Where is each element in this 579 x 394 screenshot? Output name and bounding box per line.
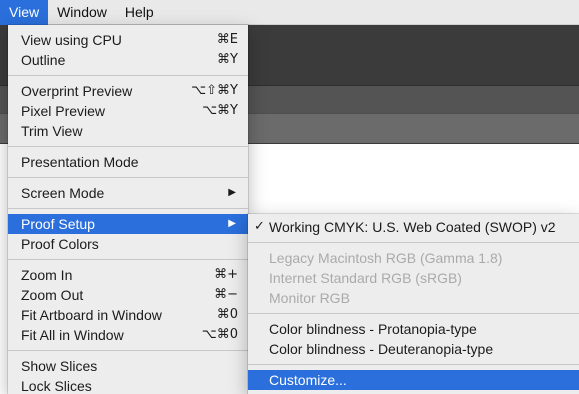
menu-separator (8, 146, 248, 147)
menu-item-trim-view[interactable]: Trim View (8, 121, 248, 141)
menu-item-label: Monitor RGB (269, 290, 350, 306)
menu-item-label: Color blindness - Deuteranopia-type (269, 341, 494, 357)
menu-item-label: Outline (21, 52, 66, 68)
checkmark-icon: ✓ (254, 219, 265, 234)
proof-setup-submenu: ✓ Working CMYK: U.S. Web Coated (SWOP) v… (248, 214, 579, 394)
shortcut-label: ⌥⇧⌘Y (191, 83, 238, 98)
menu-item-pixel-preview[interactable]: Pixel Preview ⌥⌘Y (8, 101, 248, 121)
menu-item-legacy-mac-rgb: Legacy Macintosh RGB (Gamma 1.8) (248, 248, 579, 268)
submenu-arrow-icon: ▶ (228, 187, 236, 198)
menu-item-deuteranopia[interactable]: Color blindness - Deuteranopia-type (248, 339, 579, 359)
menu-item-working-cmyk[interactable]: ✓ Working CMYK: U.S. Web Coated (SWOP) v… (248, 217, 579, 237)
menu-item-zoom-in[interactable]: Zoom In ⌘+ (8, 265, 248, 285)
menu-item-zoom-out[interactable]: Zoom Out ⌘− (8, 285, 248, 305)
menu-separator (248, 364, 579, 365)
menu-separator (8, 177, 248, 178)
screen: View Window Help View using CPU ⌘E Outli… (0, 0, 579, 394)
submenu-arrow-icon: ▶ (228, 218, 236, 229)
shortcut-label: ⌘E (216, 32, 238, 47)
menu-bar: View Window Help (0, 0, 579, 25)
menu-item-label: Proof Setup (21, 216, 95, 232)
menu-item-fit-all[interactable]: Fit All in Window ⌥⌘0 (8, 325, 248, 345)
menu-separator (248, 242, 579, 243)
menu-separator (8, 259, 248, 260)
menu-item-label: Fit Artboard in Window (21, 307, 162, 323)
menu-item-proof-setup[interactable]: Proof Setup ▶ (8, 214, 248, 234)
menu-item-show-slices[interactable]: Show Slices (8, 356, 248, 376)
view-menu: View using CPU ⌘E Outline ⌘Y Overprint P… (8, 25, 248, 394)
shortcut-label: ⌘0 (216, 307, 238, 322)
menu-separator (8, 75, 248, 76)
menu-item-label: Fit All in Window (21, 327, 124, 343)
menu-item-label: View using CPU (21, 32, 122, 48)
menu-item-fit-artboard[interactable]: Fit Artboard in Window ⌘0 (8, 305, 248, 325)
menu-separator (248, 313, 579, 314)
menu-item-label: Legacy Macintosh RGB (Gamma 1.8) (269, 250, 503, 266)
menu-item-label: Internet Standard RGB (sRGB) (269, 270, 462, 286)
menu-item-label: Zoom In (21, 267, 73, 283)
menu-item-presentation-mode[interactable]: Presentation Mode (8, 152, 248, 172)
menubar-view[interactable]: View (0, 0, 49, 25)
menu-separator (8, 350, 248, 351)
menu-item-label: Screen Mode (21, 185, 105, 201)
menubar-window[interactable]: Window (48, 0, 116, 25)
menu-item-label: Color blindness - Protanopia-type (269, 321, 477, 337)
shortcut-label: ⌘− (214, 287, 238, 302)
shortcut-label: ⌘+ (214, 267, 238, 282)
menu-item-outline[interactable]: Outline ⌘Y (8, 50, 248, 70)
menu-item-proof-colors[interactable]: Proof Colors (8, 234, 248, 254)
menu-item-label: Working CMYK: U.S. Web Coated (SWOP) v2 (269, 219, 556, 235)
menu-item-label: Customize... (269, 372, 347, 388)
menu-item-label: Presentation Mode (21, 154, 139, 170)
menu-item-lock-slices[interactable]: Lock Slices (8, 376, 248, 394)
menu-item-overprint-preview[interactable]: Overprint Preview ⌥⇧⌘Y (8, 81, 248, 101)
shortcut-label: ⌥⌘Y (202, 103, 238, 118)
menu-item-label: Overprint Preview (21, 83, 133, 99)
menu-item-monitor-rgb: Monitor RGB (248, 288, 579, 308)
menu-item-internet-srgb: Internet Standard RGB (sRGB) (248, 268, 579, 288)
menu-separator (8, 208, 248, 209)
menu-item-protanopia[interactable]: Color blindness - Protanopia-type (248, 319, 579, 339)
menu-item-label: Pixel Preview (21, 103, 106, 119)
menu-item-label: Proof Colors (21, 236, 99, 252)
menu-item-label: Trim View (21, 123, 83, 139)
menu-item-view-using-cpu[interactable]: View using CPU ⌘E (8, 30, 248, 50)
menu-item-label: Lock Slices (21, 378, 92, 394)
shortcut-label: ⌥⌘0 (201, 327, 238, 342)
menu-item-label: Zoom Out (21, 287, 84, 303)
menu-item-screen-mode[interactable]: Screen Mode ▶ (8, 183, 248, 203)
menu-item-label: Show Slices (21, 358, 98, 374)
menu-item-customize[interactable]: Customize... (248, 370, 579, 390)
shortcut-label: ⌘Y (217, 52, 238, 67)
menubar-help[interactable]: Help (116, 0, 163, 25)
